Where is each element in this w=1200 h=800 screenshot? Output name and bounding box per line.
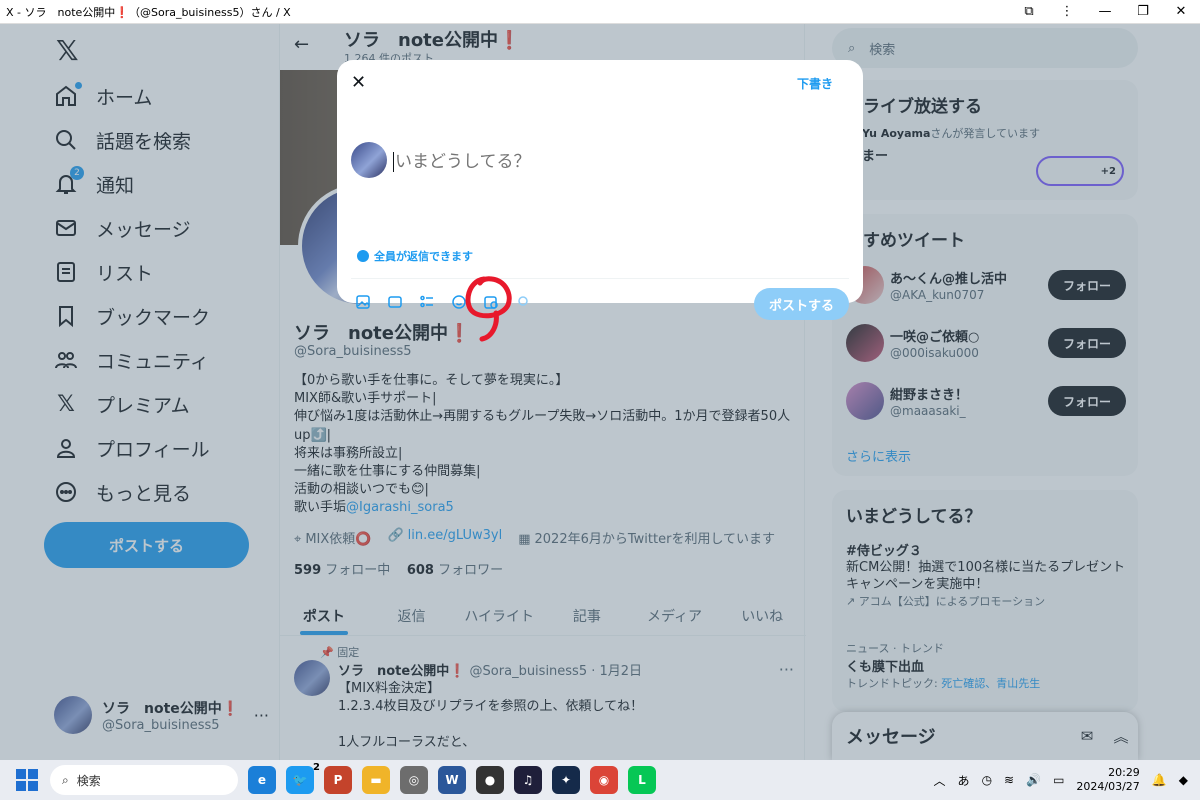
reply-setting-button[interactable]: 全員が返信できます [357, 248, 473, 264]
volume-icon[interactable]: 🔊 [1026, 773, 1041, 787]
chrome-icon[interactable]: ◉ [590, 766, 618, 794]
window-titlebar: X - ソラ note公開中❗（@Sora_buisiness5）さん / X … [0, 0, 1200, 24]
windows-start-icon[interactable] [16, 769, 38, 791]
powerpoint-icon[interactable]: P [324, 766, 352, 794]
minimize-button[interactable]: — [1086, 4, 1124, 19]
compose-divider [351, 278, 849, 279]
word-icon[interactable]: W [438, 766, 466, 794]
file-explorer-icon[interactable]: ▬ [362, 766, 390, 794]
wifi-icon[interactable]: ≋ [1004, 773, 1014, 787]
close-icon[interactable]: ✕ [351, 72, 366, 93]
copilot-icon[interactable]: ◆ [1179, 773, 1188, 787]
poll-icon[interactable] [417, 292, 437, 312]
system-tray: ︿ あ ◷ ≋ 🔊 ▭ 20:29 2024/03/27 🔔 ◆ [934, 766, 1200, 794]
x-app: 𝕏 ホーム 話題を検索 2 通知 メッセージ リスト ブックマーク コミュニティ [0, 24, 1200, 760]
taskbar-clock[interactable]: 20:29 2024/03/27 [1076, 766, 1139, 794]
taskbar-search[interactable]: ⌕ 検索 [50, 765, 238, 795]
menu-kebab-icon[interactable]: ⋮ [1048, 4, 1086, 19]
windows-taskbar: ⌕ 検索 e 🐦 2 P ▬ ◎ W ● ♫ ✦ ◉ L ︿ あ ◷ ≋ 🔊 ▭ 2… [0, 760, 1200, 800]
obs-icon[interactable]: ● [476, 766, 504, 794]
compose-modal: ✕ 下書き 全員が返信できます ポストする [337, 60, 863, 320]
compose-post-button[interactable]: ポストする [754, 288, 849, 320]
image-icon[interactable] [353, 292, 373, 312]
music-app-icon[interactable]: ♫ [514, 766, 542, 794]
maximize-button[interactable]: ❐ [1124, 4, 1162, 19]
chevron-up-icon[interactable]: ︿ [934, 772, 946, 789]
ime-indicator[interactable]: あ [958, 772, 970, 789]
line-icon[interactable]: L [628, 766, 656, 794]
extension-icon[interactable]: ⧉ [1010, 4, 1048, 19]
notification-bell-icon[interactable]: 🔔 [1152, 773, 1167, 787]
battery-icon[interactable]: ▭ [1053, 773, 1064, 787]
clock-app-icon[interactable]: ◷ [982, 773, 992, 787]
edge-icon[interactable]: e [248, 766, 276, 794]
twitter-app-icon[interactable]: 🐦 2 [286, 762, 320, 794]
gif-icon[interactable] [385, 292, 405, 312]
globe-icon [357, 250, 369, 262]
compose-avatar [351, 142, 387, 178]
text-caret [393, 152, 394, 172]
camera-icon[interactable]: ◎ [400, 766, 428, 794]
drafts-button[interactable]: 下書き [797, 75, 833, 92]
annotation-circle [465, 276, 512, 342]
app-icon[interactable]: ✦ [552, 766, 580, 794]
search-icon: ⌕ [62, 772, 69, 787]
compose-textarea[interactable] [395, 152, 815, 172]
window-title: X - ソラ note公開中❗（@Sora_buisiness5）さん / X [6, 5, 291, 19]
close-window-button[interactable]: ✕ [1162, 4, 1200, 19]
